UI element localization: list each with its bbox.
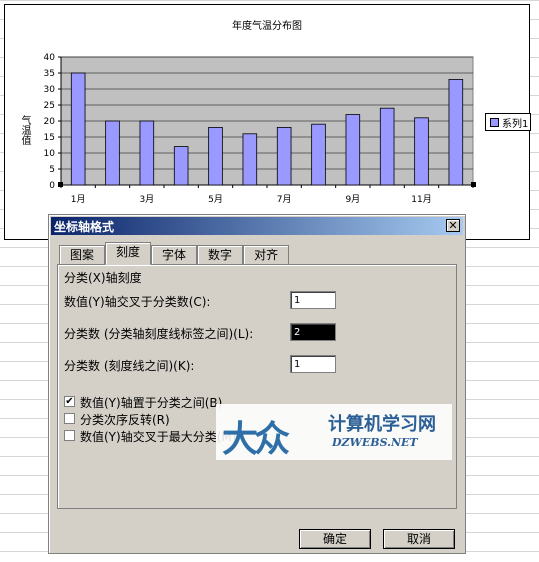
- x-tick-label: 9月: [345, 194, 360, 205]
- y-tick-label: 15: [44, 133, 55, 143]
- y-tick-label: 20: [44, 117, 56, 127]
- x-tick-label: 1月: [71, 194, 86, 205]
- bar: [345, 114, 361, 186]
- dialog-title: 坐标轴格式: [54, 219, 115, 234]
- tab-number[interactable]: 数字: [197, 245, 244, 264]
- cancel-button[interactable]: 取消: [383, 529, 455, 549]
- bar: [242, 133, 258, 186]
- selection-handle: [471, 182, 476, 187]
- y-tick-label: 40: [44, 53, 56, 63]
- tab-alignment[interactable]: 对齐: [243, 245, 290, 264]
- crosses-at-input[interactable]: 1: [290, 291, 336, 309]
- y-tick-label: 5: [49, 165, 55, 175]
- dialog-titlebar[interactable]: 坐标轴格式 ✕: [51, 217, 463, 235]
- bar: [379, 107, 395, 186]
- between-categories-checkbox[interactable]: ✔: [64, 396, 75, 407]
- tick-interval-label: 分类数 (刻度线之间)(K):: [64, 359, 195, 373]
- tab-scale[interactable]: 刻度: [105, 242, 152, 265]
- crosses-at-label: 数值(Y)轴交叉于分类数(C):: [64, 295, 211, 309]
- legend-label: 系列1: [502, 118, 529, 130]
- bar: [105, 120, 120, 186]
- tab-pattern[interactable]: 图案: [59, 245, 106, 264]
- x-tick-label: 5月: [208, 194, 223, 205]
- bar: [208, 127, 223, 186]
- scale-panel: 分类(X)轴刻度 数值(Y)轴交叉于分类数(C): 1 分类数 (分类轴刻度线标…: [57, 264, 457, 509]
- bar: [311, 123, 326, 186]
- bar: [173, 146, 189, 186]
- chart-area[interactable]: 年度气温分布图 气温值 0 5 10 15 20 25 30 35 40 1月 3月 5月 7月 9月 11…: [4, 4, 531, 241]
- label-interval-label: 分类数 (分类轴刻度线标签之间)(L):: [64, 327, 254, 341]
- y-tick-label: 0: [49, 181, 55, 191]
- bar: [70, 72, 86, 186]
- tab-strip: 图案 刻度 字体 数字 对齐: [59, 242, 290, 265]
- x-tick-label: 7月: [277, 194, 292, 205]
- cross-at-max-checkbox[interactable]: [64, 430, 75, 441]
- watermark: 大众 计算机学习网 DZWEBS.NET: [216, 404, 452, 460]
- y-tick-label: 30: [44, 85, 56, 95]
- axis-format-dialog: 坐标轴格式 ✕ 图案 刻度 字体 数字 对齐 分类(X)轴刻度 数值(Y)轴交叉…: [48, 214, 466, 554]
- legend-swatch: [490, 117, 499, 127]
- reverse-order-label: 分类次序反转(R): [80, 413, 170, 427]
- tab-font[interactable]: 字体: [151, 245, 198, 264]
- ok-button[interactable]: 确定: [299, 529, 371, 549]
- bar: [276, 127, 292, 186]
- watermark-logo: 大众: [222, 418, 290, 460]
- legend[interactable]: 系列1: [485, 113, 531, 131]
- bar: [448, 79, 464, 186]
- bar-chart[interactable]: 0 5 10 15 20 25 30 35 40 1月 3月 5月 7月 9月 11月: [5, 5, 531, 241]
- y-tick-label: 25: [44, 101, 55, 111]
- y-tick-label: 10: [44, 149, 56, 159]
- x-tick-label: 11月: [411, 194, 431, 205]
- y-tick-label: 35: [44, 69, 55, 79]
- selection-handle: [58, 182, 63, 187]
- watermark-site-name: 计算机学习网: [328, 414, 436, 435]
- close-icon[interactable]: ✕: [446, 219, 460, 232]
- label-interval-input[interactable]: 2: [290, 323, 336, 341]
- cross-at-max-label: 数值(Y)轴交叉于最大分类(M): [80, 430, 237, 444]
- watermark-domain: DZWEBS.NET: [332, 436, 418, 449]
- section-heading: 分类(X)轴刻度: [64, 271, 142, 285]
- bar: [139, 120, 155, 186]
- bar: [414, 117, 429, 186]
- x-tick-label: 3月: [139, 194, 154, 205]
- tick-interval-input[interactable]: 1: [290, 355, 336, 373]
- reverse-order-checkbox[interactable]: [64, 413, 75, 424]
- between-categories-label: 数值(Y)轴置于分类之间(B): [80, 396, 223, 410]
